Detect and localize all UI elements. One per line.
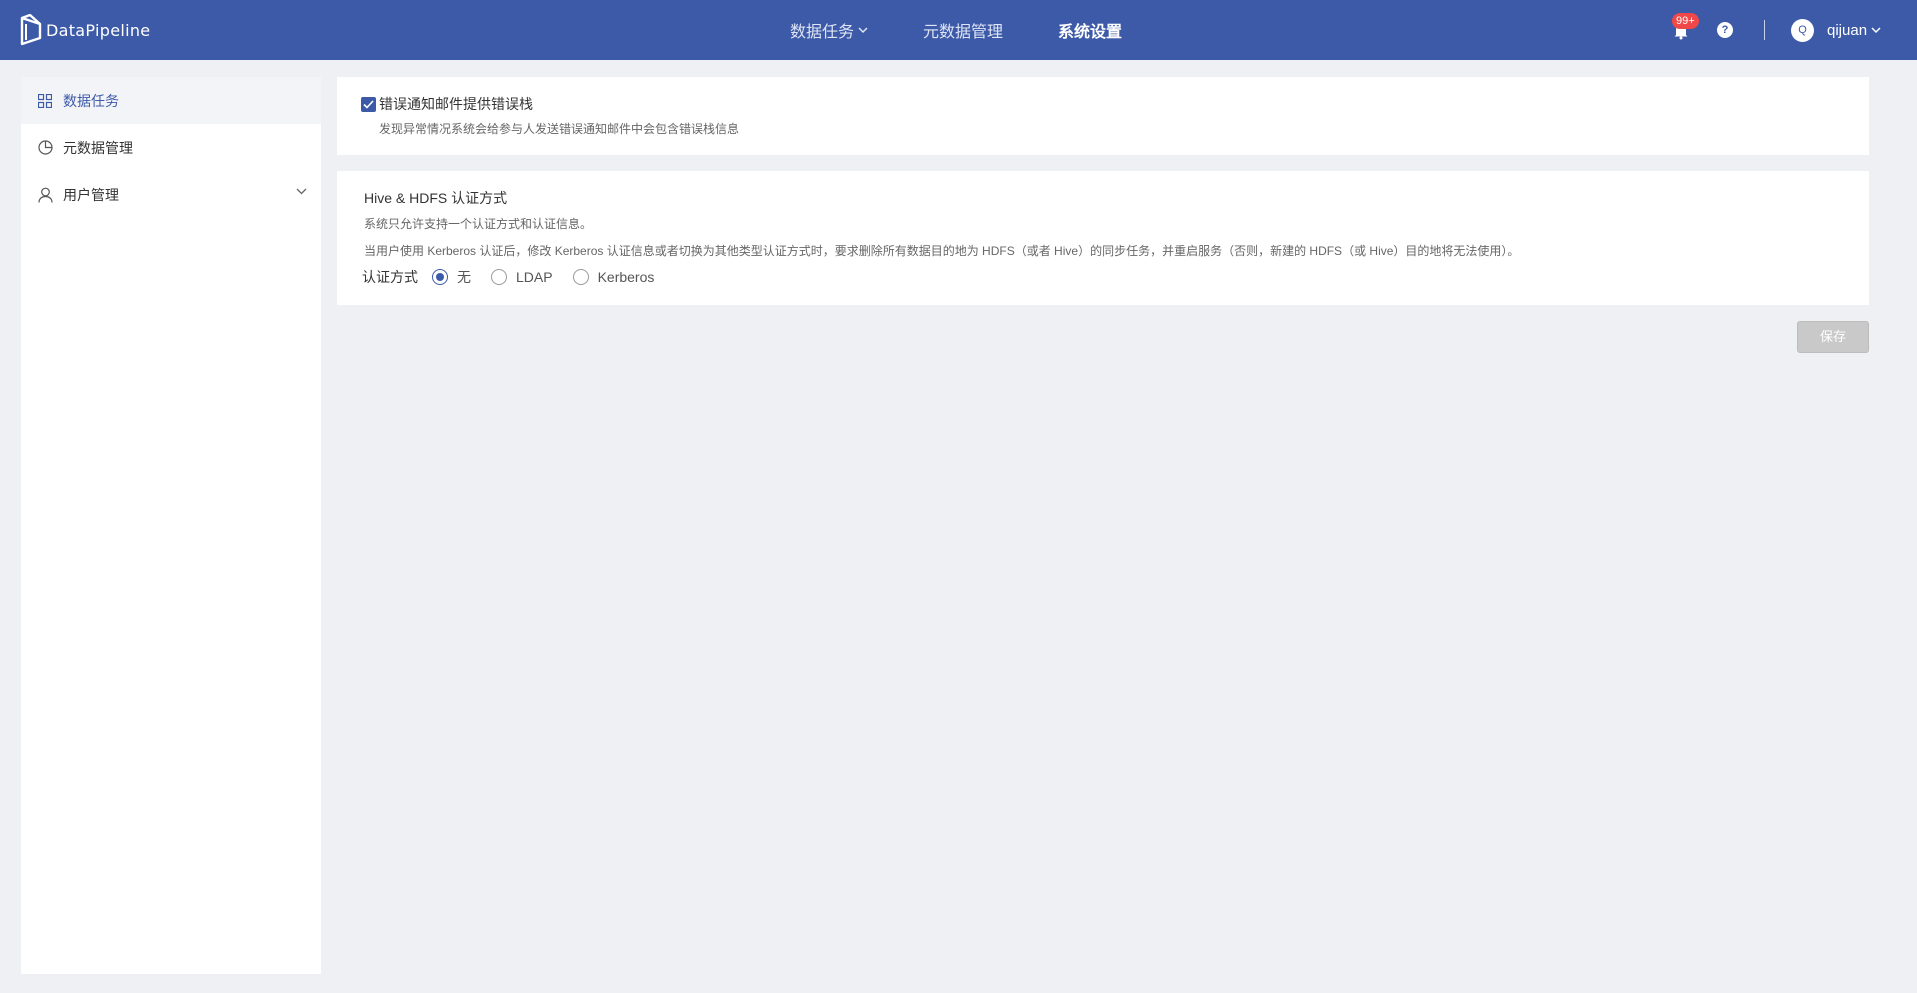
datapipeline-logo-icon xyxy=(20,14,42,46)
auth-warning: 当用户使用 Kerberos 认证后，修改 Kerberos 认证信息或者切换为… xyxy=(364,244,1520,258)
avatar[interactable]: Q xyxy=(1791,19,1814,42)
notification-badge: 99+ xyxy=(1672,13,1699,29)
user-icon xyxy=(37,187,53,203)
auth-option-none[interactable]: 无 xyxy=(432,267,471,287)
auth-method-label: 认证方式 xyxy=(362,269,418,285)
nav-system-settings-label: 系统设置 xyxy=(1058,24,1123,41)
pie-chart-icon xyxy=(37,140,53,156)
sidebar-item-user-management[interactable]: 用户管理 xyxy=(21,171,321,218)
radio-none[interactable] xyxy=(432,269,448,285)
auth-option-kerberos[interactable]: Kerberos xyxy=(572,269,655,285)
username: qijuan xyxy=(1827,21,1868,39)
check-icon xyxy=(363,99,374,109)
auth-description: 系统只允许支持一个认证方式和认证信息。 xyxy=(364,217,593,231)
nav-data-tasks[interactable]: 数据任务 xyxy=(790,18,868,42)
sidebar: 数据任务 元数据管理 用户管理 xyxy=(21,77,321,974)
logo-text: DataPipeline xyxy=(46,20,151,40)
logo[interactable]: DataPipeline xyxy=(20,14,150,46)
error-stack-checkbox[interactable] xyxy=(361,96,376,112)
nav-metadata[interactable]: 元数据管理 xyxy=(923,18,1003,42)
user-menu[interactable]: qijuan xyxy=(1827,20,1881,40)
save-button[interactable]: 保存 xyxy=(1797,321,1869,353)
nav-metadata-label: 元数据管理 xyxy=(923,24,1004,41)
error-stack-label: 错误通知邮件提供错误栈 xyxy=(379,96,533,112)
auth-method-row: 认证方式 无 LDAP Kerberos xyxy=(362,267,674,287)
grid-icon xyxy=(37,93,53,109)
auth-panel: Hive & HDFS 认证方式 系统只允许支持一个认证方式和认证信息。 当用户… xyxy=(337,171,1869,305)
radio-none-label: 无 xyxy=(457,269,471,285)
sidebar-item-metadata[interactable]: 元数据管理 xyxy=(21,124,321,171)
nav-data-tasks-label: 数据任务 xyxy=(790,24,855,41)
error-stack-checkbox-row[interactable]: 错误通知邮件提供错误栈 xyxy=(361,94,533,114)
chevron-down-icon[interactable] xyxy=(296,188,307,195)
radio-kerberos-label: Kerberos xyxy=(597,269,655,285)
radio-ldap-label: LDAP xyxy=(516,269,553,285)
chevron-down-icon xyxy=(858,26,868,33)
header-divider xyxy=(1764,20,1765,40)
sidebar-item-data-tasks[interactable]: 数据任务 xyxy=(21,77,321,124)
sidebar-item-label: 元数据管理 xyxy=(63,139,133,156)
error-stack-description: 发现异常情况系统会给参与人发送错误通知邮件中会包含错误栈信息 xyxy=(379,122,740,136)
sidebar-item-label: 数据任务 xyxy=(63,92,119,109)
sidebar-item-label: 用户管理 xyxy=(63,186,119,203)
radio-ldap[interactable] xyxy=(491,269,507,285)
auth-option-ldap[interactable]: LDAP xyxy=(491,269,553,285)
top-nav: 数据任务 元数据管理 系统设置 xyxy=(790,0,1177,60)
help-icon[interactable]: ? xyxy=(1717,22,1733,38)
top-navbar: DataPipeline 数据任务 元数据管理 系统设置 99+ ? Q qij… xyxy=(0,0,1917,60)
nav-system-settings[interactable]: 系统设置 xyxy=(1058,18,1122,42)
chevron-down-icon xyxy=(1871,26,1881,33)
auth-title: Hive & HDFS 认证方式 xyxy=(364,190,508,206)
radio-kerberos[interactable] xyxy=(572,269,589,285)
error-notify-panel: 错误通知邮件提供错误栈 发现异常情况系统会给参与人发送错误通知邮件中会包含错误栈… xyxy=(337,77,1869,155)
